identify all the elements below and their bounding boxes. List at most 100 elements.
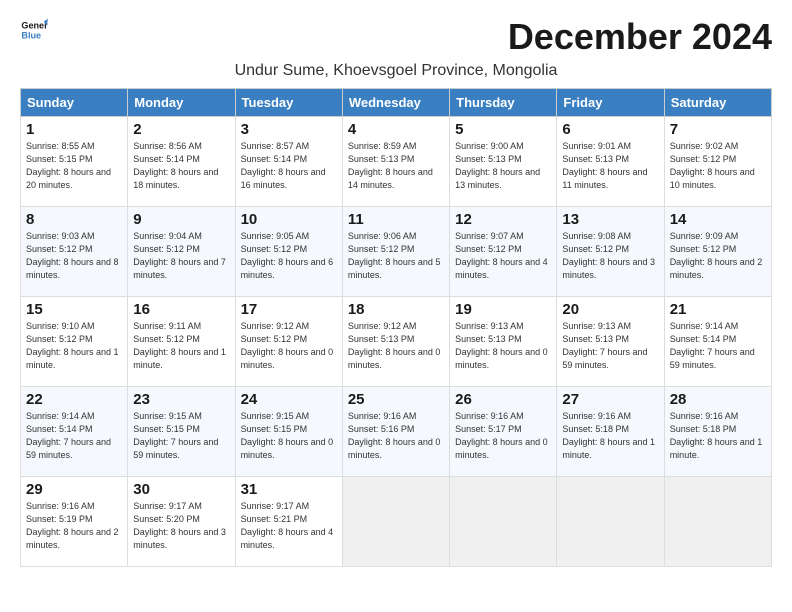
- day-info: Sunrise: 9:16 AMSunset: 5:19 PMDaylight:…: [26, 501, 119, 550]
- calendar-table: SundayMondayTuesdayWednesdayThursdayFrid…: [20, 88, 772, 567]
- calendar-cell: 17 Sunrise: 9:12 AMSunset: 5:12 PMDayligh…: [235, 297, 342, 387]
- calendar-cell: 28Sunrise: 9:16 AMSunset: 5:18 PMDayligh…: [664, 387, 771, 477]
- day-number: 30: [133, 481, 229, 498]
- calendar-cell: 18Sunrise: 9:12 AMSunset: 5:13 PMDayligh…: [342, 297, 449, 387]
- calendar-cell: 3 Sunrise: 8:57 AMSunset: 5:14 PMDaylight…: [235, 117, 342, 207]
- day-number: 20: [562, 301, 658, 318]
- calendar-cell: 30 Sunrise: 9:17 AMSunset: 5:20 PMDayligh…: [128, 477, 235, 567]
- day-info: Sunrise: 9:12 AMSunset: 5:13 PMDaylight:…: [348, 321, 441, 370]
- day-info: Sunrise: 9:11 AMSunset: 5:12 PMDaylight:…: [133, 321, 226, 370]
- day-number: 14: [670, 211, 766, 228]
- day-number: 15: [26, 301, 122, 318]
- day-info: Sunrise: 9:10 AMSunset: 5:12 PMDaylight:…: [26, 321, 119, 370]
- day-number: 29: [26, 481, 122, 498]
- calendar-cell: 7 Sunrise: 9:02 AMSunset: 5:12 PMDaylight…: [664, 117, 771, 207]
- day-number: 1: [26, 121, 122, 138]
- day-number: 13: [562, 211, 658, 228]
- day-number: 5: [455, 121, 551, 138]
- day-info: Sunrise: 9:08 AMSunset: 5:12 PMDaylight:…: [562, 231, 655, 280]
- calendar-cell: 23 Sunrise: 9:15 AMSunset: 5:15 PMDayligh…: [128, 387, 235, 477]
- calendar-cell: 21Sunrise: 9:14 AMSunset: 5:14 PMDayligh…: [664, 297, 771, 387]
- weekday-header-friday: Friday: [557, 89, 664, 117]
- day-number: 26: [455, 391, 551, 408]
- day-info: Sunrise: 9:14 AMSunset: 5:14 PMDaylight:…: [670, 321, 755, 370]
- day-number: 24: [241, 391, 337, 408]
- calendar-cell: 4Sunrise: 8:59 AMSunset: 5:13 PMDaylight…: [342, 117, 449, 207]
- calendar-cell: 26 Sunrise: 9:16 AMSunset: 5:17 PMDayligh…: [450, 387, 557, 477]
- weekday-header-monday: Monday: [128, 89, 235, 117]
- day-number: 25: [348, 391, 444, 408]
- day-info: Sunrise: 9:07 AMSunset: 5:12 PMDaylight:…: [455, 231, 548, 280]
- day-info: Sunrise: 9:16 AMSunset: 5:18 PMDaylight:…: [562, 411, 655, 460]
- day-info: Sunrise: 9:09 AMSunset: 5:12 PMDaylight:…: [670, 231, 763, 280]
- calendar-week-row: 1 Sunrise: 8:55 AMSunset: 5:15 PMDaylight…: [21, 117, 772, 207]
- day-number: 17: [241, 301, 337, 318]
- weekday-header-tuesday: Tuesday: [235, 89, 342, 117]
- day-info: Sunrise: 9:04 AMSunset: 5:12 PMDaylight:…: [133, 231, 226, 280]
- day-info: Sunrise: 9:13 AMSunset: 5:13 PMDaylight:…: [455, 321, 548, 370]
- day-number: 22: [26, 391, 122, 408]
- day-info: Sunrise: 9:15 AMSunset: 5:15 PMDaylight:…: [133, 411, 218, 460]
- month-title: December 2024: [508, 16, 772, 58]
- calendar-cell: 14 Sunrise: 9:09 AMSunset: 5:12 PMDayligh…: [664, 207, 771, 297]
- day-info: Sunrise: 8:55 AMSunset: 5:15 PMDaylight:…: [26, 141, 111, 190]
- calendar-cell: 1 Sunrise: 8:55 AMSunset: 5:15 PMDaylight…: [21, 117, 128, 207]
- day-number: 10: [241, 211, 337, 228]
- weekday-header-saturday: Saturday: [664, 89, 771, 117]
- day-number: 8: [26, 211, 122, 228]
- calendar-cell: 16 Sunrise: 9:11 AMSunset: 5:12 PMDayligh…: [128, 297, 235, 387]
- weekday-header-sunday: Sunday: [21, 89, 128, 117]
- calendar-week-row: 22 Sunrise: 9:14 AMSunset: 5:14 PMDayligh…: [21, 387, 772, 477]
- day-info: Sunrise: 8:59 AMSunset: 5:13 PMDaylight:…: [348, 141, 433, 190]
- calendar-cell: 29 Sunrise: 9:16 AMSunset: 5:19 PMDayligh…: [21, 477, 128, 567]
- calendar-cell: 10 Sunrise: 9:05 AMSunset: 5:12 PMDayligh…: [235, 207, 342, 297]
- day-info: Sunrise: 9:12 AMSunset: 5:12 PMDaylight:…: [241, 321, 334, 370]
- calendar-cell: 22 Sunrise: 9:14 AMSunset: 5:14 PMDayligh…: [21, 387, 128, 477]
- day-info: Sunrise: 8:56 AMSunset: 5:14 PMDaylight:…: [133, 141, 218, 190]
- logo-icon: General Blue: [20, 16, 48, 44]
- day-info: Sunrise: 9:03 AMSunset: 5:12 PMDaylight:…: [26, 231, 119, 280]
- day-info: Sunrise: 9:16 AMSunset: 5:16 PMDaylight:…: [348, 411, 441, 460]
- calendar-cell: 20 Sunrise: 9:13 AMSunset: 5:13 PMDayligh…: [557, 297, 664, 387]
- day-number: 19: [455, 301, 551, 318]
- day-number: 16: [133, 301, 229, 318]
- day-info: Sunrise: 9:16 AMSunset: 5:17 PMDaylight:…: [455, 411, 548, 460]
- day-info: Sunrise: 9:15 AMSunset: 5:15 PMDaylight:…: [241, 411, 334, 460]
- day-number: 28: [670, 391, 766, 408]
- calendar-cell: 11 Sunrise: 9:06 AMSunset: 5:12 PMDayligh…: [342, 207, 449, 297]
- calendar-cell: 5Sunrise: 9:00 AMSunset: 5:13 PMDaylight…: [450, 117, 557, 207]
- calendar-cell: 2Sunrise: 8:56 AMSunset: 5:14 PMDaylight…: [128, 117, 235, 207]
- day-info: Sunrise: 9:14 AMSunset: 5:14 PMDaylight:…: [26, 411, 111, 460]
- calendar-cell: 31 Sunrise: 9:17 AMSunset: 5:21 PMDayligh…: [235, 477, 342, 567]
- calendar-cell: 8 Sunrise: 9:03 AMSunset: 5:12 PMDaylight…: [21, 207, 128, 297]
- calendar-cell: [342, 477, 449, 567]
- day-info: Sunrise: 9:17 AMSunset: 5:21 PMDaylight:…: [241, 501, 334, 550]
- calendar-cell: 15 Sunrise: 9:10 AMSunset: 5:12 PMDayligh…: [21, 297, 128, 387]
- logo: General Blue: [20, 16, 48, 44]
- day-number: 7: [670, 121, 766, 138]
- location-title: Undur Sume, Khoevsgoel Province, Mongoli…: [20, 62, 772, 80]
- day-info: Sunrise: 9:17 AMSunset: 5:20 PMDaylight:…: [133, 501, 226, 550]
- weekday-header-thursday: Thursday: [450, 89, 557, 117]
- calendar-cell: 12 Sunrise: 9:07 AMSunset: 5:12 PMDayligh…: [450, 207, 557, 297]
- day-info: Sunrise: 9:01 AMSunset: 5:13 PMDaylight:…: [562, 141, 647, 190]
- day-info: Sunrise: 8:57 AMSunset: 5:14 PMDaylight:…: [241, 141, 326, 190]
- calendar-cell: [664, 477, 771, 567]
- calendar-cell: 25 Sunrise: 9:16 AMSunset: 5:16 PMDayligh…: [342, 387, 449, 477]
- day-number: 31: [241, 481, 337, 498]
- calendar-cell: 27 Sunrise: 9:16 AMSunset: 5:18 PMDayligh…: [557, 387, 664, 477]
- day-info: Sunrise: 9:02 AMSunset: 5:12 PMDaylight:…: [670, 141, 755, 190]
- day-number: 23: [133, 391, 229, 408]
- day-info: Sunrise: 9:13 AMSunset: 5:13 PMDaylight:…: [562, 321, 647, 370]
- day-number: 11: [348, 211, 444, 228]
- calendar-cell: 6Sunrise: 9:01 AMSunset: 5:13 PMDaylight…: [557, 117, 664, 207]
- calendar-cell: 19 Sunrise: 9:13 AMSunset: 5:13 PMDayligh…: [450, 297, 557, 387]
- day-info: Sunrise: 9:05 AMSunset: 5:12 PMDaylight:…: [241, 231, 334, 280]
- calendar-cell: [557, 477, 664, 567]
- header: General Blue December 2024: [20, 16, 772, 58]
- day-number: 27: [562, 391, 658, 408]
- day-info: Sunrise: 9:06 AMSunset: 5:12 PMDaylight:…: [348, 231, 441, 280]
- calendar-week-row: 8 Sunrise: 9:03 AMSunset: 5:12 PMDaylight…: [21, 207, 772, 297]
- day-number: 12: [455, 211, 551, 228]
- day-number: 3: [241, 121, 337, 138]
